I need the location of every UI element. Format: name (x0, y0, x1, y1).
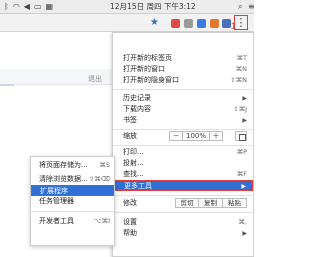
notification-center-icon[interactable]: ≡ (248, 0, 254, 14)
menu-bookmarks[interactable]: 书签 ▶ (113, 115, 253, 126)
chrome-menu-button[interactable]: ⋮ (234, 15, 248, 30)
menu-label: 历史记录 (123, 94, 151, 102)
shortcut: ⌥⌘I (94, 217, 110, 225)
menu-new-window[interactable]: 打开新的窗口 ⌘N (113, 64, 253, 75)
annotation-1: 1 (231, 21, 237, 31)
menu-edit: 修改 剪切 复制 粘贴 (113, 198, 253, 209)
separator (113, 195, 253, 196)
menu-label: 打开新的窗口 (123, 65, 165, 73)
cut-button[interactable]: 剪切 (175, 198, 199, 208)
more-tools-submenu: 将页面存储为... ⌘S 清除浏览数据... ⇧⌘⌫ 扩展程序 任务管理器 开发… (30, 156, 115, 246)
chevron-right-icon: ▶ (241, 183, 246, 190)
menu-incognito[interactable]: 打开新的隐身窗口 ⇧⌘N (113, 75, 253, 86)
menu-help[interactable]: 帮助 ▶ (113, 228, 253, 239)
paste-button[interactable]: 粘贴 (223, 198, 247, 208)
flag-icon[interactable]: ▦ (46, 0, 54, 14)
extension-icon[interactable] (210, 19, 219, 28)
menu-label: 下载内容 (123, 105, 151, 113)
submenu-clear-data[interactable]: 清除浏览数据... ⇧⌘⌫ (31, 174, 114, 185)
shortcut: ⇧⌘⌫ (88, 175, 110, 183)
menu-label: 修改 (123, 199, 137, 207)
shortcut: ⌘F (236, 170, 247, 178)
extension-icon[interactable] (197, 19, 206, 28)
menu-find[interactable]: 查找... ⌘F (113, 169, 253, 180)
menu-new-tab[interactable]: 打开新的标签页 ⌘T (113, 53, 253, 64)
menu-label: 更多工具 (124, 182, 152, 190)
logout-link[interactable]: 退出 (88, 74, 102, 84)
menu-label: 清除浏览数据... (39, 175, 88, 183)
separator (113, 129, 253, 130)
menu-label: 设置 (123, 218, 137, 226)
screen: ᛒ ◠ ◀ ▭ ▦ 12月15日 周四 下午3:12 ⌕ ≡ ★ ⋮ 退出 1 … (0, 0, 254, 257)
menu-label: 开发者工具 (39, 217, 74, 225)
copy-button[interactable]: 复制 (199, 198, 223, 208)
extension-icon[interactable] (222, 19, 231, 28)
shortcut: ⌘, (238, 218, 247, 226)
battery-icon[interactable]: ▭ (34, 0, 42, 14)
fullscreen-icon[interactable] (235, 131, 247, 141)
shortcut: ⌘P (236, 148, 247, 156)
page-divider (0, 84, 14, 86)
menu-label: 打开新的隐身窗口 (123, 76, 179, 84)
menu-label: 打印... (123, 148, 144, 156)
menu-print[interactable]: 打印... ⌘P (113, 147, 253, 158)
browser-toolbar: ★ ⋮ (0, 14, 254, 32)
menu-downloads[interactable]: 下载内容 ⇧⌘J (113, 104, 253, 115)
zoom-controls: － 100% ＋ (169, 131, 223, 141)
clock[interactable]: 12月15日 周四 下午3:12 (110, 0, 196, 14)
menu-label: 查找... (123, 170, 144, 178)
zoom-in-button[interactable]: ＋ (209, 131, 223, 141)
menu-label: 缩放 (123, 132, 137, 140)
shortcut: ⇧⌘N (230, 76, 247, 84)
separator (113, 89, 253, 90)
chevron-right-icon: ▶ (242, 230, 247, 237)
submenu-extensions[interactable]: 扩展程序 (31, 185, 114, 196)
menu-label: 扩展程序 (40, 187, 68, 195)
zoom-level: 100% (183, 131, 209, 141)
chrome-main-menu: 打开新的标签页 ⌘T 打开新的窗口 ⌘N 打开新的隐身窗口 ⇧⌘N 历史记录 ▶… (112, 32, 254, 257)
separator (113, 212, 253, 213)
shortcut: ⌘S (99, 161, 110, 169)
menu-label: 投射... (123, 159, 144, 167)
separator (113, 145, 253, 146)
menu-history[interactable]: 历史记录 ▶ (113, 93, 253, 104)
menu-label: 任务管理器 (39, 197, 74, 205)
submenu-task-manager[interactable]: 任务管理器 (31, 196, 114, 207)
extension-icon[interactable] (171, 19, 180, 28)
extension-icon[interactable] (184, 19, 193, 28)
shortcut: ⌘T (236, 54, 247, 62)
menu-label: 帮助 (123, 229, 137, 237)
menu-label: 将页面存储为... (39, 161, 88, 169)
menu-more-tools[interactable]: 更多工具 ▶ (113, 180, 253, 191)
bluetooth-icon[interactable]: ᛒ (4, 0, 9, 14)
shortcut: ⌘N (235, 65, 247, 73)
zoom-out-button[interactable]: － (169, 131, 183, 141)
menu-zoom: 缩放 － 100% ＋ (113, 131, 253, 142)
volume-icon[interactable]: ◀ (24, 0, 30, 14)
macos-menubar: ᛒ ◠ ◀ ▭ ▦ 12月15日 周四 下午3:12 ⌕ ≡ (0, 0, 254, 14)
menu-label: 打开新的标签页 (123, 54, 172, 62)
separator (31, 211, 114, 212)
bookmark-star-icon[interactable]: ★ (150, 17, 159, 28)
shortcut: ⇧⌘J (233, 105, 247, 113)
chevron-right-icon: ▶ (242, 117, 247, 124)
chevron-right-icon: ▶ (242, 95, 247, 102)
menu-settings[interactable]: 设置 ⌘, (113, 217, 253, 228)
wifi-icon[interactable]: ◠ (13, 0, 20, 14)
submenu-devtools[interactable]: 开发者工具 ⌥⌘I (31, 216, 114, 227)
spotlight-icon[interactable]: ⌕ (238, 0, 242, 14)
menu-cast[interactable]: 投射... (113, 158, 253, 169)
submenu-save-page[interactable]: 将页面存储为... ⌘S (31, 160, 114, 171)
menu-label: 书签 (123, 116, 137, 124)
